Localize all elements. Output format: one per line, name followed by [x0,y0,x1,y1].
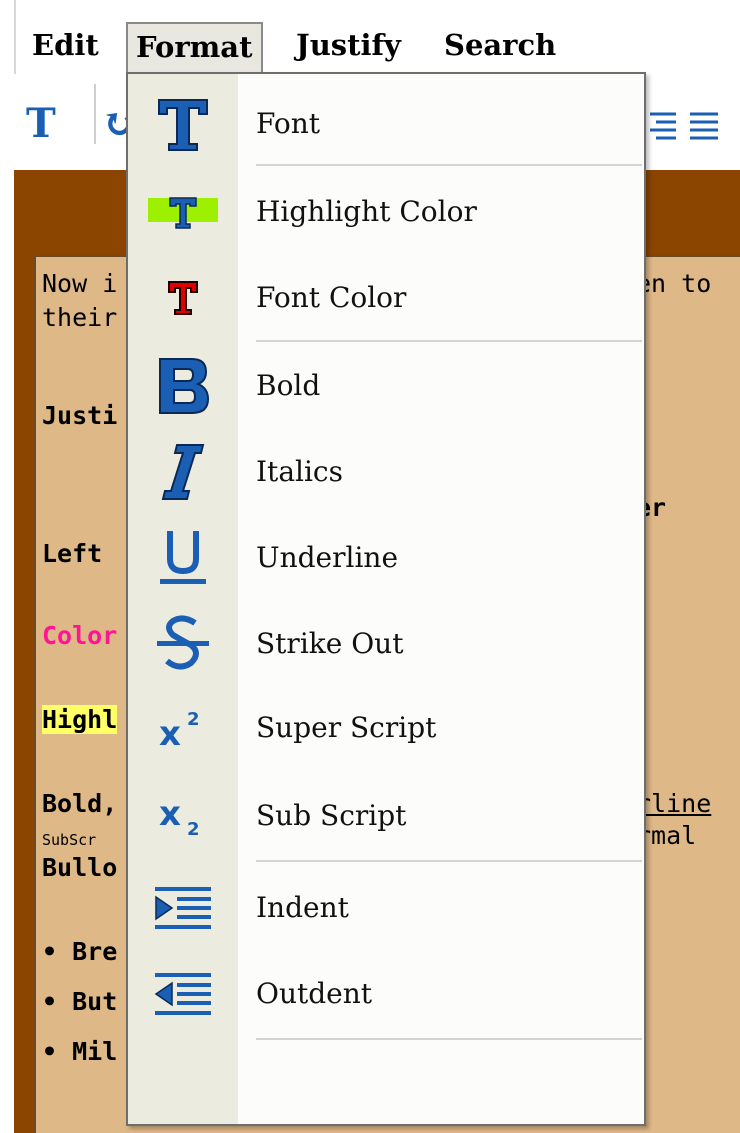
menu-item-label: Italics [256,455,343,488]
indent-icon [138,866,228,950]
menu-item-font-color[interactable]: Font Color [128,256,644,340]
menu-item-super-script[interactable]: x2 Super Script [128,686,644,770]
doc-line: Color [42,621,118,650]
doc-line: Highl [42,705,118,734]
doc-line: their [42,303,118,332]
outdent-icon [138,952,228,1036]
strike-out-icon [138,602,228,686]
toolbar-separator [94,84,96,144]
menu-item-label: Strike Out [256,627,404,660]
menu-item-label: Underline [256,541,399,574]
svg-text:x: x [159,714,181,753]
menu-format[interactable]: Format [126,22,263,72]
menu-item-font[interactable]: Font [128,82,644,166]
menu-item-label: Font [256,107,321,140]
format-menu: Font Highlight Color Font Color Bold Ita… [126,72,646,1126]
menu-item-label: Indent [256,891,349,924]
window-edge [14,0,16,74]
menu-item-highlight-color[interactable]: Highlight Color [128,170,644,254]
menu-item-underline[interactable]: Underline [128,516,644,600]
svg-text:2: 2 [187,819,200,840]
font-color-icon [138,256,228,340]
menu-item-label: Sub Script [256,799,407,832]
doc-line: SubScr [42,831,97,849]
doc-line: Bold, [42,789,118,818]
highlight-color-icon [138,170,228,254]
menu-item-label: Highlight Color [256,195,477,228]
toolbar-font-icon[interactable]: T [26,100,56,147]
menu-separator [256,860,642,862]
doc-line: Bullo [42,853,118,882]
doc-line: Justi [42,401,118,430]
bold-icon [138,344,228,428]
italics-icon [138,430,228,514]
menu-separator [256,340,642,342]
menu-item-outdent[interactable]: Outdent [128,952,644,1036]
menu-item-label: Bold [256,369,321,402]
font-icon [138,82,228,166]
menu-item-label: Outdent [256,977,373,1010]
subscript-icon: x2 [138,774,228,858]
menu-search[interactable]: Search [436,22,564,72]
doc-line: en to [636,269,712,298]
menu-bar: Edit Format Justify Search [0,0,740,74]
menu-item-label: Super Script [256,711,437,744]
toolbar-align-icons[interactable] [646,110,736,146]
superscript-icon: x2 [138,686,228,770]
menu-edit[interactable]: Edit [24,22,107,72]
doc-line: Now i [42,269,118,298]
menu-separator [256,1038,642,1040]
menu-separator [256,164,642,166]
menu-item-sub-script[interactable]: x2 Sub Script [128,774,644,858]
svg-text:2: 2 [187,709,200,730]
svg-text:x: x [159,794,181,834]
menu-item-label: Font Color [256,281,407,314]
menu-item-indent[interactable]: Indent [128,866,644,950]
menu-item-strike-out[interactable]: Strike Out [128,602,644,686]
menu-item-bold[interactable]: Bold [128,344,644,428]
doc-line: • Mil [42,1037,118,1066]
doc-line: rline [636,789,712,818]
doc-line: Left [42,539,103,568]
underline-icon [138,516,228,600]
doc-line: • Bre [42,937,118,966]
menu-justify[interactable]: Justify [288,22,409,72]
menu-item-italics[interactable]: Italics [128,430,644,514]
doc-line: • But [42,987,118,1016]
